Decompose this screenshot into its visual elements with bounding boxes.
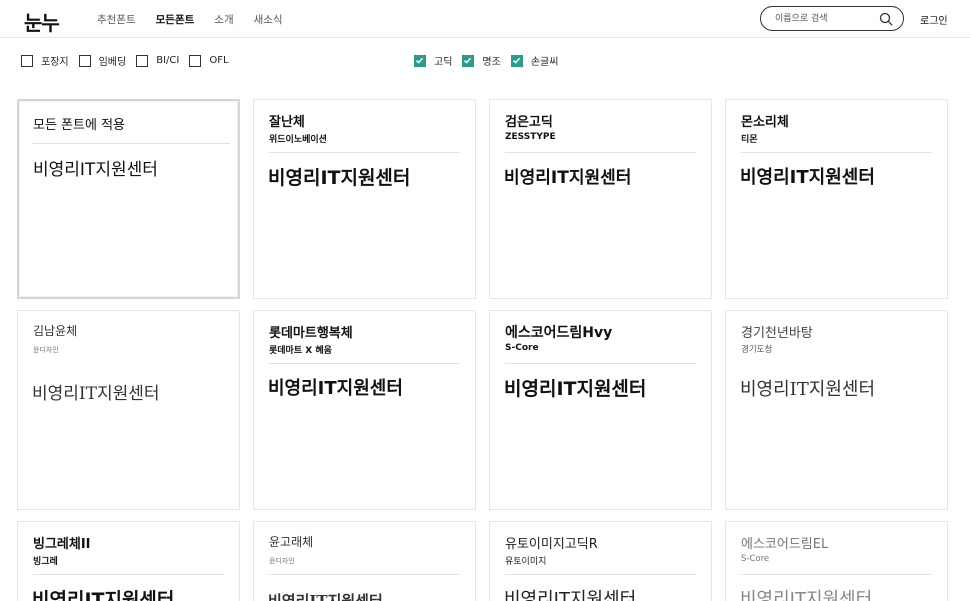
checkbox-checked[interactable] [462,54,475,67]
font-maker: S-Core [741,554,770,564]
filter-handwriting[interactable]: 손글씨 [510,53,559,68]
font-sample: 비영리IT지원센터 [268,592,383,601]
checkbox-checked[interactable] [414,54,426,67]
font-card[interactable]: 경기천년바탕 경기도청 비영리IT지원센터 [725,310,948,510]
font-maker: 유토이미지 [505,557,547,567]
divider [741,574,932,575]
font-maker: ZESSTYPE [505,132,556,142]
divider [269,363,460,364]
font-name: 검은고딕 [505,115,553,130]
divider [505,363,696,364]
filter-bici[interactable]: BI/CI [136,54,180,67]
filter-label: 포장지 [41,57,69,68]
font-card[interactable]: 에스코어드림Hvy S-Core 비영리IT지원센터 [489,310,712,510]
filter-label: 고딕 [434,57,453,68]
font-sample: 비영리IT지원센터 [32,384,160,404]
license-filters: 포장지 임베딩 BI/CI OFL [21,53,239,68]
font-name: 롯데마트행복체 [269,326,353,341]
font-name: 윤고래체 [269,535,314,549]
font-sample: 비영리IT지원센터 [740,379,876,400]
font-card[interactable]: 윤고래체 윤디자인 비영리IT지원센터 [253,521,476,601]
font-name: 빙그레체II [33,537,91,552]
style-filters: 고딕 명조 손글씨 [414,53,568,68]
filter-packaging[interactable]: 포장지 [21,53,69,68]
check-icon [415,57,424,64]
font-maker: 빙그레 [33,557,58,567]
divider [741,152,932,153]
font-sample: 비영리IT지원센터 [740,167,875,188]
nav-about[interactable]: 소개 [214,12,233,27]
divider [269,152,460,153]
font-sample: 비영리IT지원센터 [504,168,632,188]
font-name: 경기천년바탕 [741,326,813,341]
nav-news[interactable]: 새소식 [254,12,283,27]
font-sample: 비영리IT지원센터 [32,589,175,601]
font-sample: 비영리IT지원센터 [504,589,637,601]
divider [32,143,230,144]
top-header: 눈누 추천폰트 모든폰트 소개 새소식 로그인 [0,0,970,38]
sample-text: 비영리IT지원센터 [33,160,158,180]
checkbox[interactable] [78,54,91,67]
font-maker: 롯데마트 X 혜움 [269,346,332,356]
apply-all-card[interactable]: 모든 폰트에 적용 비영리IT지원센터 [17,99,240,299]
font-name: 몬소리체 [741,115,789,130]
font-maker: 티몬 [741,135,758,145]
font-sample: 비영리IT지원센터 [740,589,873,601]
font-maker: 윤디자인 [33,346,59,354]
filter-label: BI/CI [156,55,180,66]
font-card[interactable]: 검은고딕 ZESSTYPE 비영리IT지원센터 [489,99,712,299]
divider [505,152,696,153]
divider [505,574,696,575]
check-icon [512,57,520,64]
nav-recommended-fonts[interactable]: 추천폰트 [97,12,136,27]
search-input[interactable] [775,11,875,27]
filter-gothic[interactable]: 고딕 [414,53,452,68]
font-name: 에스코어드림EL [741,537,829,552]
search-icon[interactable] [879,12,893,26]
font-sample: 비영리IT지원센터 [268,378,403,399]
login-link[interactable]: 로그인 [920,12,948,27]
filter-label: 임베딩 [98,57,127,68]
checkbox-checked[interactable] [510,54,523,67]
font-maker: S-Core [505,343,539,353]
divider [33,574,224,575]
site-logo[interactable]: 눈누 [24,7,60,36]
sample-text-input[interactable]: 비영리IT지원센터 [33,155,158,180]
checkbox[interactable] [21,54,33,67]
main-nav: 추천폰트 모든폰트 소개 새소식 [97,12,283,27]
filter-label: OFL [209,55,229,66]
filter-label: 손글씨 [530,57,559,68]
font-name: 잘난체 [269,115,305,130]
font-card[interactable]: 롯데마트행복체 롯데마트 X 혜움 비영리IT지원센터 [253,310,476,510]
font-card[interactable]: 김남윤체 윤디자인 비영리IT지원센터 [17,310,240,510]
nav-all-fonts[interactable]: 모든폰트 [156,12,195,27]
font-name: 유토이미지고딕R [505,537,598,552]
checkbox[interactable] [136,54,149,67]
font-maker: 윤디자인 [269,557,295,565]
font-card[interactable]: 잘난체 위드이노베이션 비영리IT지원센터 [253,99,476,299]
font-sample: 비영리IT지원센터 [268,167,411,189]
filter-myeongjo[interactable]: 명조 [462,53,501,68]
search-box [760,6,904,31]
checkbox[interactable] [189,54,202,67]
font-card[interactable]: 에스코어드림EL S-Core 비영리IT지원센터 [725,521,948,601]
apply-all-label: 모든 폰트에 적용 [33,118,125,133]
font-card[interactable]: 빙그레체II 빙그레 비영리IT지원센터 [17,521,240,601]
font-card[interactable]: 몬소리체 티몬 비영리IT지원센터 [725,99,948,299]
check-icon [464,57,472,64]
divider [269,574,460,575]
font-maker: 위드이노베이션 [269,135,327,145]
font-card[interactable]: 유토이미지고딕R 유토이미지 비영리IT지원센터 [489,521,712,601]
font-name: 김남윤체 [33,324,78,338]
filter-ofl[interactable]: OFL [189,54,229,67]
font-maker: 경기도청 [741,345,773,355]
font-sample: 비영리IT지원센터 [504,378,647,400]
font-name: 에스코어드림Hvy [505,325,613,341]
filter-embedding[interactable]: 임베딩 [78,53,127,68]
filter-label: 명조 [482,57,501,68]
